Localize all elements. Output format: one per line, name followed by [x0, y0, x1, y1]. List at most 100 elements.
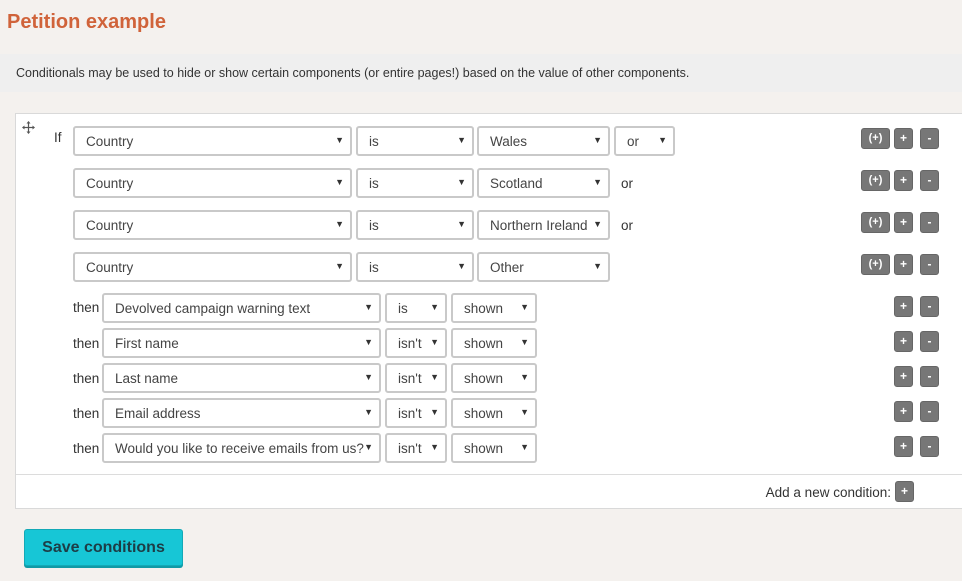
- remove-action-button[interactable]: -: [920, 331, 939, 352]
- select-value: is: [369, 218, 379, 233]
- select-value: Devolved campaign warning text: [115, 301, 311, 316]
- add-row-button[interactable]: +: [894, 212, 913, 233]
- add-group-button[interactable]: (+): [861, 254, 890, 275]
- action-operator-select[interactable]: isn't ▼: [385, 433, 447, 463]
- action-operator-select[interactable]: is ▼: [385, 293, 447, 323]
- action-target-select[interactable]: Would you like to receive emails from us…: [102, 433, 381, 463]
- conditions-panel: If Country ▼ is ▼ Wales ▼ or ▼ (+) + - Count…: [15, 113, 962, 509]
- chevron-down-icon: ▼: [335, 219, 344, 229]
- add-group-button[interactable]: (+): [861, 128, 890, 149]
- action-target-select[interactable]: Email address ▼: [102, 398, 381, 428]
- select-value: shown: [464, 441, 504, 456]
- chevron-down-icon: ▼: [430, 372, 439, 382]
- add-action-button[interactable]: +: [894, 331, 913, 352]
- select-value: shown: [464, 406, 504, 421]
- chevron-down-icon: ▼: [593, 219, 602, 229]
- add-row-button[interactable]: +: [894, 170, 913, 191]
- chevron-down-icon: ▼: [457, 135, 466, 145]
- remove-action-button[interactable]: -: [920, 366, 939, 387]
- add-row-button[interactable]: +: [894, 128, 913, 149]
- action-operator-select[interactable]: isn't ▼: [385, 363, 447, 393]
- remove-row-button[interactable]: -: [920, 212, 939, 233]
- select-value: First name: [115, 336, 179, 351]
- chevron-down-icon: ▼: [335, 135, 344, 145]
- action-state-select[interactable]: shown ▼: [451, 363, 537, 393]
- condition-operator-select[interactable]: is ▼: [356, 126, 474, 156]
- add-condition-label: Add a new condition:: [765, 485, 891, 500]
- then-label: then: [73, 300, 100, 315]
- then-label: then: [73, 406, 100, 421]
- condition-operator-select[interactable]: is ▼: [356, 210, 474, 240]
- then-label: then: [73, 336, 100, 351]
- action-state-select[interactable]: shown ▼: [451, 293, 537, 323]
- remove-row-button[interactable]: -: [920, 128, 939, 149]
- move-icon[interactable]: [22, 121, 35, 139]
- chevron-down-icon: ▼: [335, 261, 344, 271]
- chevron-down-icon: ▼: [520, 407, 529, 417]
- action-operator-select[interactable]: isn't ▼: [385, 328, 447, 358]
- action-operator-select[interactable]: isn't ▼: [385, 398, 447, 428]
- chevron-down-icon: ▼: [520, 372, 529, 382]
- join-select[interactable]: or ▼: [614, 126, 675, 156]
- condition-field-select[interactable]: Country ▼: [73, 126, 352, 156]
- action-target-select[interactable]: First name ▼: [102, 328, 381, 358]
- remove-action-button[interactable]: -: [920, 296, 939, 317]
- chevron-down-icon: ▼: [430, 442, 439, 452]
- action-state-select[interactable]: shown ▼: [451, 398, 537, 428]
- add-condition-button[interactable]: +: [895, 481, 914, 502]
- select-value: Email address: [115, 406, 201, 421]
- chevron-down-icon: ▼: [364, 337, 373, 347]
- add-row-button[interactable]: +: [894, 254, 913, 275]
- select-value: isn't: [398, 406, 422, 421]
- select-value: shown: [464, 336, 504, 351]
- condition-field-select[interactable]: Country ▼: [73, 168, 352, 198]
- chevron-down-icon: ▼: [335, 177, 344, 187]
- add-action-button[interactable]: +: [894, 296, 913, 317]
- chevron-down-icon: ▼: [593, 177, 602, 187]
- remove-action-button[interactable]: -: [920, 436, 939, 457]
- chevron-down-icon: ▼: [364, 442, 373, 452]
- chevron-down-icon: ▼: [364, 372, 373, 382]
- add-group-button[interactable]: (+): [861, 212, 890, 233]
- condition-value-select[interactable]: Other ▼: [477, 252, 610, 282]
- select-value: Scotland: [490, 176, 543, 191]
- add-action-button[interactable]: +: [894, 366, 913, 387]
- condition-value-select[interactable]: Scotland ▼: [477, 168, 610, 198]
- chevron-down-icon: ▼: [430, 407, 439, 417]
- add-action-button[interactable]: +: [894, 436, 913, 457]
- action-state-select[interactable]: shown ▼: [451, 328, 537, 358]
- remove-action-button[interactable]: -: [920, 401, 939, 422]
- condition-operator-select[interactable]: is ▼: [356, 252, 474, 282]
- condition-value-select[interactable]: Northern Ireland ▼: [477, 210, 610, 240]
- select-value: Country: [86, 218, 134, 233]
- condition-field-select[interactable]: Country ▼: [73, 210, 352, 240]
- chevron-down-icon: ▼: [520, 442, 529, 452]
- select-value: Country: [86, 176, 134, 191]
- chevron-down-icon: ▼: [593, 135, 602, 145]
- action-state-select[interactable]: shown ▼: [451, 433, 537, 463]
- action-target-select[interactable]: Devolved campaign warning text ▼: [102, 293, 381, 323]
- condition-operator-select[interactable]: is ▼: [356, 168, 474, 198]
- select-value: isn't: [398, 371, 422, 386]
- select-value: Other: [490, 260, 524, 275]
- remove-row-button[interactable]: -: [920, 254, 939, 275]
- chevron-down-icon: ▼: [364, 302, 373, 312]
- select-value: is: [369, 260, 379, 275]
- info-bar: Conditionals may be used to hide or show…: [0, 54, 962, 92]
- save-conditions-button[interactable]: Save conditions: [24, 529, 183, 566]
- select-value: Would you like to receive emails from us…: [115, 441, 364, 456]
- condition-value-select[interactable]: Wales ▼: [477, 126, 610, 156]
- chevron-down-icon: ▼: [520, 302, 529, 312]
- condition-field-select[interactable]: Country ▼: [73, 252, 352, 282]
- select-value: is: [398, 301, 408, 316]
- select-value: Wales: [490, 134, 528, 149]
- add-action-button[interactable]: +: [894, 401, 913, 422]
- chevron-down-icon: ▼: [520, 337, 529, 347]
- select-value: isn't: [398, 441, 422, 456]
- chevron-down-icon: ▼: [658, 135, 667, 145]
- remove-row-button[interactable]: -: [920, 170, 939, 191]
- action-target-select[interactable]: Last name ▼: [102, 363, 381, 393]
- add-group-button[interactable]: (+): [861, 170, 890, 191]
- then-label: then: [73, 371, 100, 386]
- select-value: isn't: [398, 336, 422, 351]
